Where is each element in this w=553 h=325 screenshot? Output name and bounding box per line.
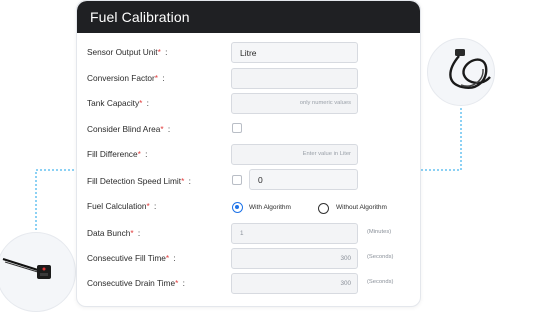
fuel-calibration-card: Fuel Calibration Sensor Output Unit* : L… bbox=[76, 0, 421, 307]
row-consecutive-drain-time: Consecutive Drain Time* : 300 (Seconds) bbox=[87, 273, 412, 295]
fill-detection-speed-limit-checkbox[interactable] bbox=[232, 175, 242, 185]
right-device-bubble bbox=[427, 38, 495, 106]
sensor-output-unit-value: Litre bbox=[240, 48, 257, 58]
row-fuel-calculation: Fuel Calculation* : With Algorithm Witho… bbox=[87, 197, 412, 219]
data-bunch-label: Data Bunch* : bbox=[87, 228, 141, 238]
sensor-output-unit-label: Sensor Output Unit* : bbox=[87, 47, 168, 57]
consecutive-drain-time-input[interactable]: 300 bbox=[231, 273, 358, 294]
fill-detection-speed-limit-label: Fill Detection Speed Limit* : bbox=[87, 176, 191, 186]
fuel-sensor-probe-icon bbox=[2, 257, 51, 279]
consider-blind-area-checkbox[interactable] bbox=[232, 123, 242, 133]
consecutive-fill-time-input[interactable]: 300 bbox=[231, 248, 358, 269]
row-consecutive-fill-time: Consecutive Fill Time* : 300 (Seconds) bbox=[87, 248, 412, 270]
consecutive-drain-time-label: Consecutive Drain Time* : bbox=[87, 278, 185, 288]
sensor-cable-icon bbox=[449, 49, 491, 89]
left-device-bubble bbox=[0, 232, 76, 312]
row-fill-difference: Fill Difference* : Enter value in Liter bbox=[87, 144, 412, 166]
fill-difference-input[interactable]: Enter value in Liter bbox=[231, 144, 358, 165]
data-bunch-input[interactable]: 1 bbox=[231, 223, 358, 244]
without-algorithm-radio[interactable] bbox=[318, 203, 329, 214]
fill-difference-label: Fill Difference* : bbox=[87, 149, 148, 159]
row-fill-detection-speed-limit: Fill Detection Speed Limit* : 0 bbox=[87, 169, 412, 191]
conversion-factor-input[interactable] bbox=[231, 68, 358, 89]
row-consider-blind-area: Consider Blind Area* : bbox=[87, 119, 412, 141]
fill-detection-speed-limit-input[interactable]: 0 bbox=[249, 169, 358, 190]
fill-difference-placeholder: Enter value in Liter bbox=[302, 151, 351, 157]
data-bunch-unit: (Minutes) bbox=[367, 229, 392, 235]
consider-blind-area-label: Consider Blind Area* : bbox=[87, 124, 171, 134]
card-header: Fuel Calibration bbox=[77, 1, 420, 33]
tank-capacity-placeholder: only numeric values bbox=[299, 100, 351, 106]
row-sensor-output-unit: Sensor Output Unit* : Litre bbox=[87, 42, 412, 64]
tank-capacity-label: Tank Capacity* : bbox=[87, 98, 149, 108]
row-tank-capacity: Tank Capacity* : only numeric values bbox=[87, 93, 412, 115]
conversion-factor-label: Conversion Factor* : bbox=[87, 73, 165, 83]
consecutive-fill-time-label: Consecutive Fill Time* : bbox=[87, 253, 176, 263]
tank-capacity-input[interactable]: only numeric values bbox=[231, 93, 358, 114]
with-algorithm-label[interactable]: With Algorithm bbox=[249, 204, 291, 211]
sensor-output-unit-select[interactable]: Litre bbox=[231, 42, 358, 63]
with-algorithm-radio[interactable] bbox=[232, 202, 243, 213]
row-conversion-factor: Conversion Factor* : bbox=[87, 68, 412, 90]
row-data-bunch: Data Bunch* : 1 (Minutes) bbox=[87, 223, 412, 245]
fuel-calculation-label: Fuel Calculation* : bbox=[87, 201, 157, 211]
consecutive-drain-time-unit: (Seconds) bbox=[367, 279, 394, 285]
fill-detection-speed-limit-value: 0 bbox=[258, 175, 263, 185]
consecutive-fill-time-unit: (Seconds) bbox=[367, 254, 394, 260]
card-title: Fuel Calibration bbox=[90, 9, 190, 25]
without-algorithm-label[interactable]: Without Algorithm bbox=[336, 204, 387, 211]
